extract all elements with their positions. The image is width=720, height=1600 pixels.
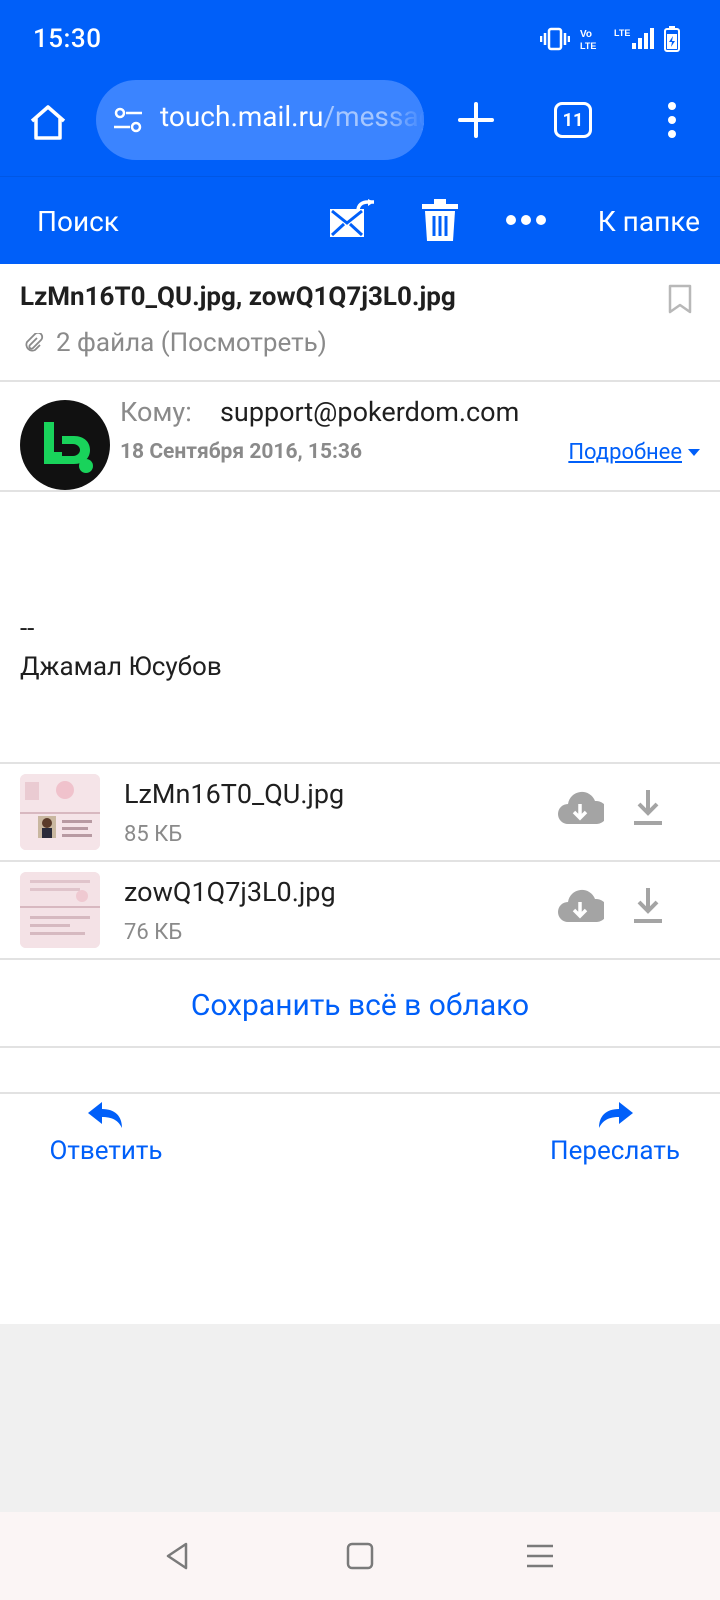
document-image-icon (20, 872, 100, 948)
status-icons: Vo LTE LTE (540, 26, 680, 52)
home-icon (30, 105, 66, 140)
attachment-thumbnail[interactable] (20, 872, 100, 948)
divider (0, 490, 720, 492)
attachment-size: 85 КБ (124, 822, 183, 847)
battery-icon (664, 26, 680, 52)
attachment-row[interactable]: zowQ1Q7j3L0.jpg 76 КБ (0, 862, 720, 960)
browser-bar: touch.mail.ru/message 11 (0, 80, 720, 176)
delete-button[interactable] (414, 195, 466, 245)
caret-down-icon (688, 449, 700, 456)
details-label: Подробнее (568, 440, 682, 465)
home-nav-icon[interactable] (342, 1538, 378, 1574)
attachments-summary[interactable]: 2 файла (Посмотреть) (24, 328, 327, 358)
paperclip-icon (25, 333, 44, 352)
mail-toolbar: Поиск К папке (0, 176, 720, 264)
attachment-name: zowQ1Q7j3L0.jpg (124, 876, 336, 908)
to-label: Кому: (120, 396, 192, 428)
forward-label: Переслать (550, 1136, 680, 1166)
envelope-return-icon (330, 199, 374, 237)
url-bar[interactable]: touch.mail.ru/message (96, 80, 424, 160)
svg-text:LTE: LTE (614, 28, 630, 38)
forward-icon (599, 1102, 633, 1128)
recents-nav-icon[interactable] (522, 1538, 558, 1574)
search-button[interactable]: Поиск (37, 205, 119, 238)
back-to-folder-button[interactable]: К папке (598, 205, 700, 238)
status-bar: 15:30 Vo LTE LTE (0, 0, 720, 80)
cloud-download-icon[interactable] (556, 886, 604, 926)
mark-unread-button[interactable] (326, 195, 378, 245)
to-value: support@pokerdom.com (220, 396, 520, 428)
reply-icon (88, 1102, 122, 1128)
attachment-row[interactable]: LzMn16T0_QU.jpg 85 КБ (0, 764, 720, 862)
trash-icon (422, 199, 458, 241)
home-button[interactable] (24, 98, 72, 146)
pokerdom-logo-icon (44, 422, 93, 473)
svg-text:Vo: Vo (580, 29, 592, 40)
reply-label: Ответить (49, 1136, 163, 1166)
divider (0, 1046, 720, 1048)
signal-icon: LTE (614, 28, 654, 49)
passport-image-icon (20, 774, 100, 850)
signature-name: Джамал Юсубов (20, 652, 222, 682)
new-tab-button[interactable] (452, 96, 500, 144)
cloud-download-icon[interactable] (556, 788, 604, 828)
avatar (20, 400, 110, 490)
system-nav-bar (0, 1512, 720, 1600)
more-dots-icon (506, 215, 546, 225)
browser-menu-button[interactable] (660, 98, 684, 142)
message-subject: LzMn16T0_QU.jpg, zowQ1Q7j3L0.jpg (20, 282, 456, 312)
attachments-summary-text: 2 файла (Посмотреть) (56, 328, 327, 358)
svg-text:LTE: LTE (580, 41, 596, 51)
attachment-name: LzMn16T0_QU.jpg (124, 778, 345, 810)
message-date: 18 Сентября 2016, 15:36 (120, 440, 363, 464)
details-link[interactable]: Подробнее (568, 440, 700, 465)
site-settings-icon[interactable] (112, 104, 144, 136)
url-main: touch.mail.ru (160, 100, 324, 133)
more-button[interactable] (500, 195, 552, 245)
divider (0, 1092, 720, 1094)
plus-icon (458, 102, 494, 138)
url-fade (384, 80, 424, 160)
save-all-to-cloud-button[interactable]: Сохранить всё в облако (0, 988, 720, 1023)
bookmark-icon[interactable] (668, 284, 692, 314)
status-time: 15:30 (33, 24, 102, 54)
forward-button[interactable]: Переслать (540, 1100, 690, 1166)
divider (0, 958, 720, 960)
signature-dash: -- (20, 614, 35, 644)
download-icon[interactable] (632, 786, 664, 828)
volte-icon: VoLTE (580, 29, 596, 51)
divider (0, 380, 720, 382)
tabs-button[interactable]: 11 (554, 102, 592, 138)
vibrate-icon (540, 27, 570, 51)
attachment-thumbnail[interactable] (20, 774, 100, 850)
download-icon[interactable] (632, 884, 664, 926)
attachment-size: 76 КБ (124, 920, 183, 945)
message-view: LzMn16T0_QU.jpg, zowQ1Q7j3L0.jpg 2 файла… (0, 264, 720, 1324)
back-nav-icon[interactable] (160, 1538, 196, 1574)
reply-button[interactable]: Ответить (46, 1100, 166, 1166)
